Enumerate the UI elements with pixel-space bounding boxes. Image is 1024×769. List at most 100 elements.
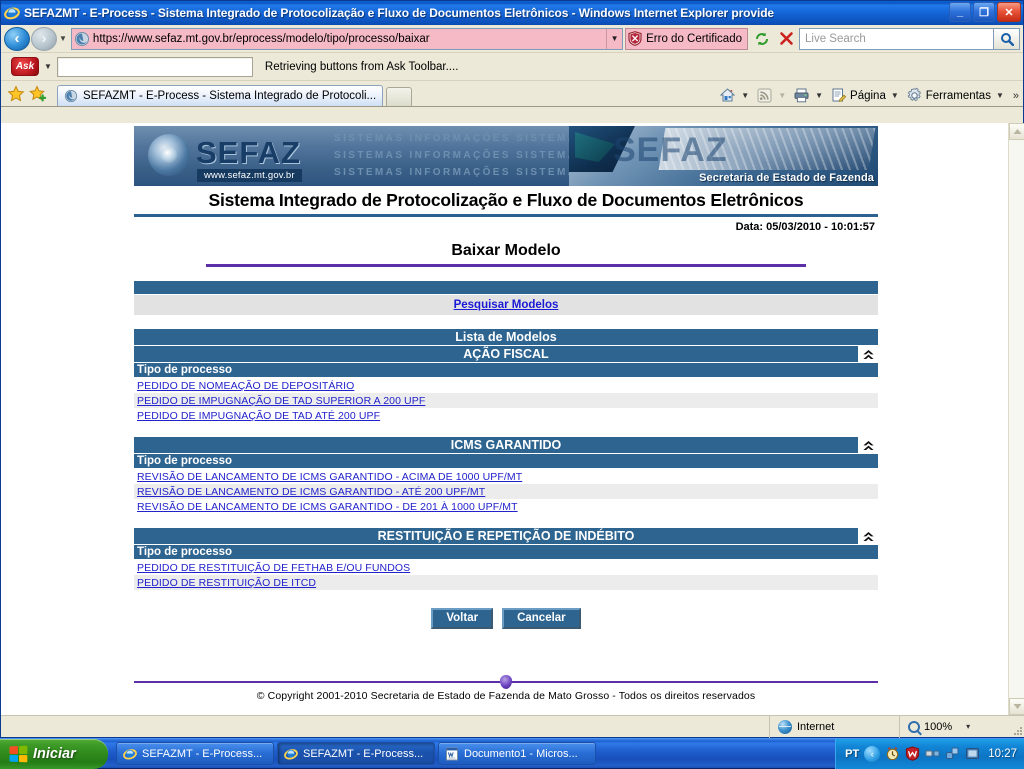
zoom-control[interactable]: 100% ▾ bbox=[899, 716, 1009, 738]
certificate-error-label: Erro do Certificado bbox=[646, 33, 742, 45]
scroll-up-button[interactable] bbox=[1009, 123, 1024, 140]
certificate-error-button[interactable]: Erro do Certificado bbox=[625, 28, 748, 50]
model-link[interactable]: PEDIDO DE IMPUGNAÇÃO DE TAD SUPERIOR A 2… bbox=[137, 395, 425, 407]
resize-grip[interactable] bbox=[1009, 716, 1024, 738]
site-banner: SEFAZ www.sefaz.mt.gov.br SISTEMAS INFOR… bbox=[134, 126, 878, 186]
model-link[interactable]: PEDIDO DE NOMEAÇÃO DE DEPOSITÁRIO bbox=[137, 380, 354, 392]
collapse-button-icms-garantido[interactable] bbox=[858, 437, 878, 454]
taskbar-item[interactable]: SEFAZMT - E-Process... bbox=[116, 742, 274, 765]
search-placeholder: Live Search bbox=[805, 33, 866, 45]
column-header-acao-fiscal: Tipo de processo bbox=[134, 363, 878, 378]
window-controls: _ ❐ ✕ bbox=[949, 2, 1021, 22]
tab-favicon-icon bbox=[64, 89, 78, 103]
new-tab-button[interactable] bbox=[386, 87, 412, 106]
tools-menu-label: Ferramentas bbox=[926, 90, 991, 102]
pesquisar-modelos-link[interactable]: Pesquisar Modelos bbox=[454, 299, 559, 311]
taskbar-item[interactable]: SEFAZMT - E-Process... bbox=[277, 742, 435, 765]
vertical-scrollbar[interactable] bbox=[1008, 123, 1024, 715]
tools-chevron-down-icon[interactable]: ▼ bbox=[996, 91, 1004, 100]
address-bar-row: ‹ › ▼ https://www.sefaz.mt.gov.br/eproce… bbox=[1, 25, 1023, 53]
scroll-down-button[interactable] bbox=[1009, 698, 1024, 715]
search-input[interactable]: Live Search bbox=[799, 28, 994, 50]
page-menu[interactable]: Página bbox=[830, 87, 886, 104]
recent-pages-chevron-down-icon[interactable]: ▼ bbox=[59, 34, 67, 43]
collapse-button-acao-fiscal[interactable] bbox=[858, 346, 878, 363]
model-link[interactable]: PEDIDO DE RESTITUIÇÃO DE FETHAB E/OU FUN… bbox=[137, 562, 410, 574]
section-title: RESTITUIÇÃO E REPETIÇÃO DE INDÉBITO bbox=[378, 529, 635, 543]
list-item[interactable]: REVISÃO DE LANCAMENTO DE ICMS GARANTIDO … bbox=[134, 499, 878, 514]
list-item[interactable]: REVISÃO DE LANCAMENTO DE ICMS GARANTIDO … bbox=[134, 469, 878, 484]
network-activity-icon[interactable] bbox=[945, 746, 960, 761]
globe-icon bbox=[778, 720, 792, 734]
model-link[interactable]: PEDIDO DE RESTITUIÇÃO DE ITCD bbox=[137, 577, 316, 589]
tools-menu[interactable]: Ferramentas bbox=[906, 87, 991, 104]
taskbar-item[interactable]: Documento1 - Micros... bbox=[438, 742, 596, 765]
address-text: https://www.sefaz.mt.gov.br/eprocess/mod… bbox=[93, 33, 606, 45]
tray-expand-chevron-left-icon[interactable]: ‹ bbox=[864, 746, 880, 762]
home-icon[interactable] bbox=[719, 87, 736, 104]
clock[interactable]: 10:27 bbox=[988, 748, 1017, 760]
banner-left: SEFAZ www.sefaz.mt.gov.br SISTEMAS INFOR… bbox=[134, 126, 569, 186]
network-connection-icon[interactable] bbox=[925, 746, 940, 761]
language-indicator[interactable]: PT bbox=[845, 748, 859, 760]
banner-caption: Secretaria de Estado de Fazenda bbox=[699, 172, 874, 184]
print-icon[interactable] bbox=[793, 87, 810, 104]
command-bar-overflow-icon[interactable]: » bbox=[1013, 90, 1019, 102]
page-chevron-down-icon[interactable]: ▼ bbox=[891, 91, 899, 100]
tab-sefazmt[interactable]: SEFAZMT - E-Process - Sistema Integrado … bbox=[57, 85, 383, 106]
date-line: Data: 05/03/2010 - 10:01:57 bbox=[134, 217, 878, 233]
screen-icon[interactable] bbox=[965, 746, 980, 761]
page-content: SEFAZ www.sefaz.mt.gov.br SISTEMAS INFOR… bbox=[134, 123, 878, 702]
cancelar-button[interactable]: Cancelar bbox=[502, 608, 581, 629]
close-button[interactable]: ✕ bbox=[997, 2, 1021, 22]
certificate-shield-icon bbox=[628, 31, 642, 46]
zoom-chevron-down-icon[interactable]: ▾ bbox=[966, 722, 970, 731]
search-go-button[interactable] bbox=[994, 28, 1020, 50]
home-chevron-down-icon[interactable]: ▼ bbox=[741, 91, 749, 100]
section-header-acao-fiscal[interactable]: AÇÃO FISCAL bbox=[134, 346, 878, 363]
ask-search-input[interactable] bbox=[57, 57, 253, 77]
list-item[interactable]: PEDIDO DE IMPUGNAÇÃO DE TAD ATÉ 200 UPF bbox=[134, 408, 878, 423]
ask-logo-icon[interactable]: Ask bbox=[11, 57, 39, 76]
title-bar: SEFAZMT - E-Process - Sistema Integrado … bbox=[1, 1, 1023, 25]
list-item[interactable]: PEDIDO DE RESTITUIÇÃO DE ITCD bbox=[134, 575, 878, 590]
restore-button[interactable]: ❐ bbox=[973, 2, 995, 22]
list-header: Lista de Modelos bbox=[134, 329, 878, 346]
model-link[interactable]: REVISÃO DE LANCAMENTO DE ICMS GARANTIDO … bbox=[137, 486, 485, 498]
page-title: Baixar Modelo bbox=[134, 233, 878, 262]
stop-button[interactable] bbox=[775, 28, 797, 50]
antivirus-shield-icon[interactable] bbox=[905, 746, 920, 761]
back-button[interactable]: ‹ bbox=[4, 27, 30, 51]
favorites-center-icon[interactable] bbox=[7, 85, 25, 103]
add-to-favorites-icon[interactable] bbox=[29, 85, 47, 103]
print-chevron-down-icon[interactable]: ▼ bbox=[815, 91, 823, 100]
windows-flag-icon bbox=[10, 745, 28, 762]
system-tray: PT ‹ bbox=[835, 739, 1024, 769]
status-bar: Internet 100% ▾ bbox=[1, 715, 1024, 737]
model-link[interactable]: REVISÃO DE LANCAMENTO DE ICMS GARANTIDO … bbox=[137, 501, 518, 513]
form-buttons: Voltar Cancelar bbox=[134, 590, 878, 629]
list-item[interactable]: PEDIDO DE RESTITUIÇÃO DE FETHAB E/OU FUN… bbox=[134, 560, 878, 575]
internet-explorer-icon bbox=[4, 5, 20, 21]
clock-alarm-icon[interactable] bbox=[885, 746, 900, 761]
page-favicon-icon bbox=[74, 31, 90, 47]
forward-button[interactable]: › bbox=[31, 27, 57, 51]
model-link[interactable]: REVISÃO DE LANCAMENTO DE ICMS GARANTIDO … bbox=[137, 471, 522, 483]
list-item[interactable]: REVISÃO DE LANCAMENTO DE ICMS GARANTIDO … bbox=[134, 484, 878, 499]
section-header-restituicao[interactable]: RESTITUIÇÃO E REPETIÇÃO DE INDÉBITO bbox=[134, 528, 878, 545]
refresh-button[interactable] bbox=[751, 28, 773, 50]
start-button[interactable]: Iniciar bbox=[0, 739, 108, 769]
column-header-restituicao: Tipo de processo bbox=[134, 545, 878, 560]
banner-right: SEFAZ Secretaria de Estado de Fazenda bbox=[569, 126, 878, 186]
ask-chevron-down-icon[interactable]: ▼ bbox=[44, 62, 52, 71]
address-chevron-down-icon[interactable]: ▼ bbox=[606, 29, 622, 49]
voltar-button[interactable]: Voltar bbox=[431, 608, 493, 629]
section-header-icms-garantido[interactable]: ICMS GARANTIDO bbox=[134, 437, 878, 454]
list-item[interactable]: PEDIDO DE NOMEAÇÃO DE DEPOSITÁRIO bbox=[134, 378, 878, 393]
model-link[interactable]: PEDIDO DE IMPUGNAÇÃO DE TAD ATÉ 200 UPF bbox=[137, 410, 380, 422]
collapse-button-restituicao[interactable] bbox=[858, 528, 878, 545]
list-item[interactable]: PEDIDO DE IMPUGNAÇÃO DE TAD SUPERIOR A 2… bbox=[134, 393, 878, 408]
address-input[interactable]: https://www.sefaz.mt.gov.br/eprocess/mod… bbox=[71, 28, 623, 50]
security-zone[interactable]: Internet bbox=[769, 716, 899, 738]
minimize-button[interactable]: _ bbox=[949, 2, 971, 22]
